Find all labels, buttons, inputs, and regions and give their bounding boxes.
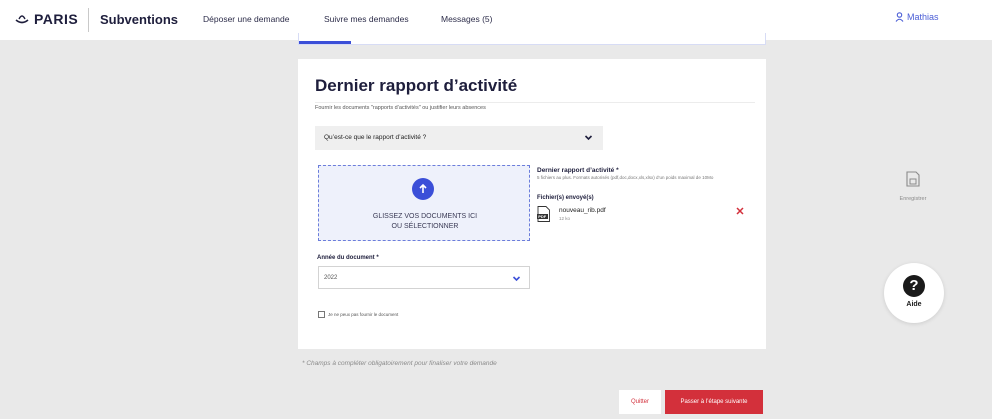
- chevron-down-icon: [584, 135, 593, 141]
- nav-deposer-demande[interactable]: Déposer une demande: [203, 14, 289, 24]
- save-icon: [906, 171, 920, 187]
- cannot-provide-checkbox[interactable]: [318, 311, 325, 318]
- mandatory-fields-note: * Champs à compléter obligatoirement pou…: [302, 360, 497, 367]
- help-label: Aide: [906, 301, 922, 308]
- section-description: Fournir les documents "rapports d’activi…: [315, 105, 486, 111]
- faq-label: Qu’est-ce que le rapport d’activité ?: [324, 134, 427, 141]
- dropzone-select-link[interactable]: OU SÉLECTIONNER: [319, 223, 531, 230]
- file-dropzone[interactable]: GLISSEZ VOS DOCUMENTS ICI OU SÉLECTIONNE…: [318, 165, 530, 241]
- delete-file-icon[interactable]: [736, 207, 744, 215]
- question-mark-icon: ?: [903, 275, 925, 297]
- paris-ship-icon: [15, 15, 29, 24]
- page-title: Dernier rapport d’activité: [315, 76, 518, 95]
- cannot-provide-checkbox-row[interactable]: Je ne peux pas fournir le document: [318, 311, 398, 318]
- user-icon: [895, 12, 904, 22]
- sent-files-label: Fichier(s) envoyé(s): [537, 195, 594, 201]
- header-divider: [88, 8, 89, 32]
- upload-icon: [412, 178, 434, 200]
- year-select-value: 2022: [324, 275, 338, 281]
- pdf-file-icon: PDF: [537, 206, 550, 222]
- user-menu[interactable]: Mathias: [895, 12, 939, 22]
- app-title[interactable]: Subventions: [100, 12, 178, 27]
- year-label: Année du document *: [317, 255, 379, 261]
- dropzone-text: GLISSEZ VOS DOCUMENTS ICI: [372, 213, 478, 220]
- save-button[interactable]: Enregistrer: [896, 171, 930, 202]
- faq-accordion[interactable]: Qu’est-ce que le rapport d’activité ?: [315, 126, 603, 150]
- previous-section-card: [298, 33, 766, 45]
- file-size: 12 ko: [559, 216, 571, 221]
- activity-report-card: Dernier rapport d’activité Fournir les d…: [298, 59, 766, 349]
- cannot-provide-label: Je ne peux pas fournir le document: [328, 312, 399, 317]
- file-name[interactable]: nouveau_rib.pdf: [559, 207, 606, 214]
- save-label: Enregistrer: [899, 196, 927, 202]
- title-divider: [315, 102, 755, 103]
- document-hint: 5 fichiers au plus. Formats autorisés (p…: [537, 175, 714, 180]
- year-select[interactable]: 2022: [318, 266, 530, 289]
- uploaded-file-item: PDF nouveau_rib.pdf 12 ko: [537, 204, 747, 226]
- previous-section-active-tab: [299, 41, 351, 44]
- next-step-button[interactable]: Passer à l’étape suivante: [665, 390, 763, 414]
- nav-messages[interactable]: Messages (5): [441, 14, 493, 24]
- quit-button[interactable]: Quitter: [619, 390, 661, 414]
- paris-logo[interactable]: PARIS: [14, 11, 78, 27]
- svg-text:PDF: PDF: [538, 214, 547, 219]
- logo-text: PARIS: [34, 11, 79, 27]
- nav-suivre-demandes[interactable]: Suivre mes demandes: [324, 14, 409, 24]
- chevron-down-icon: [512, 276, 521, 282]
- help-button[interactable]: ? Aide: [884, 263, 944, 323]
- user-name: Mathias: [907, 12, 939, 22]
- document-title: Dernier rapport d’activité *: [537, 167, 619, 174]
